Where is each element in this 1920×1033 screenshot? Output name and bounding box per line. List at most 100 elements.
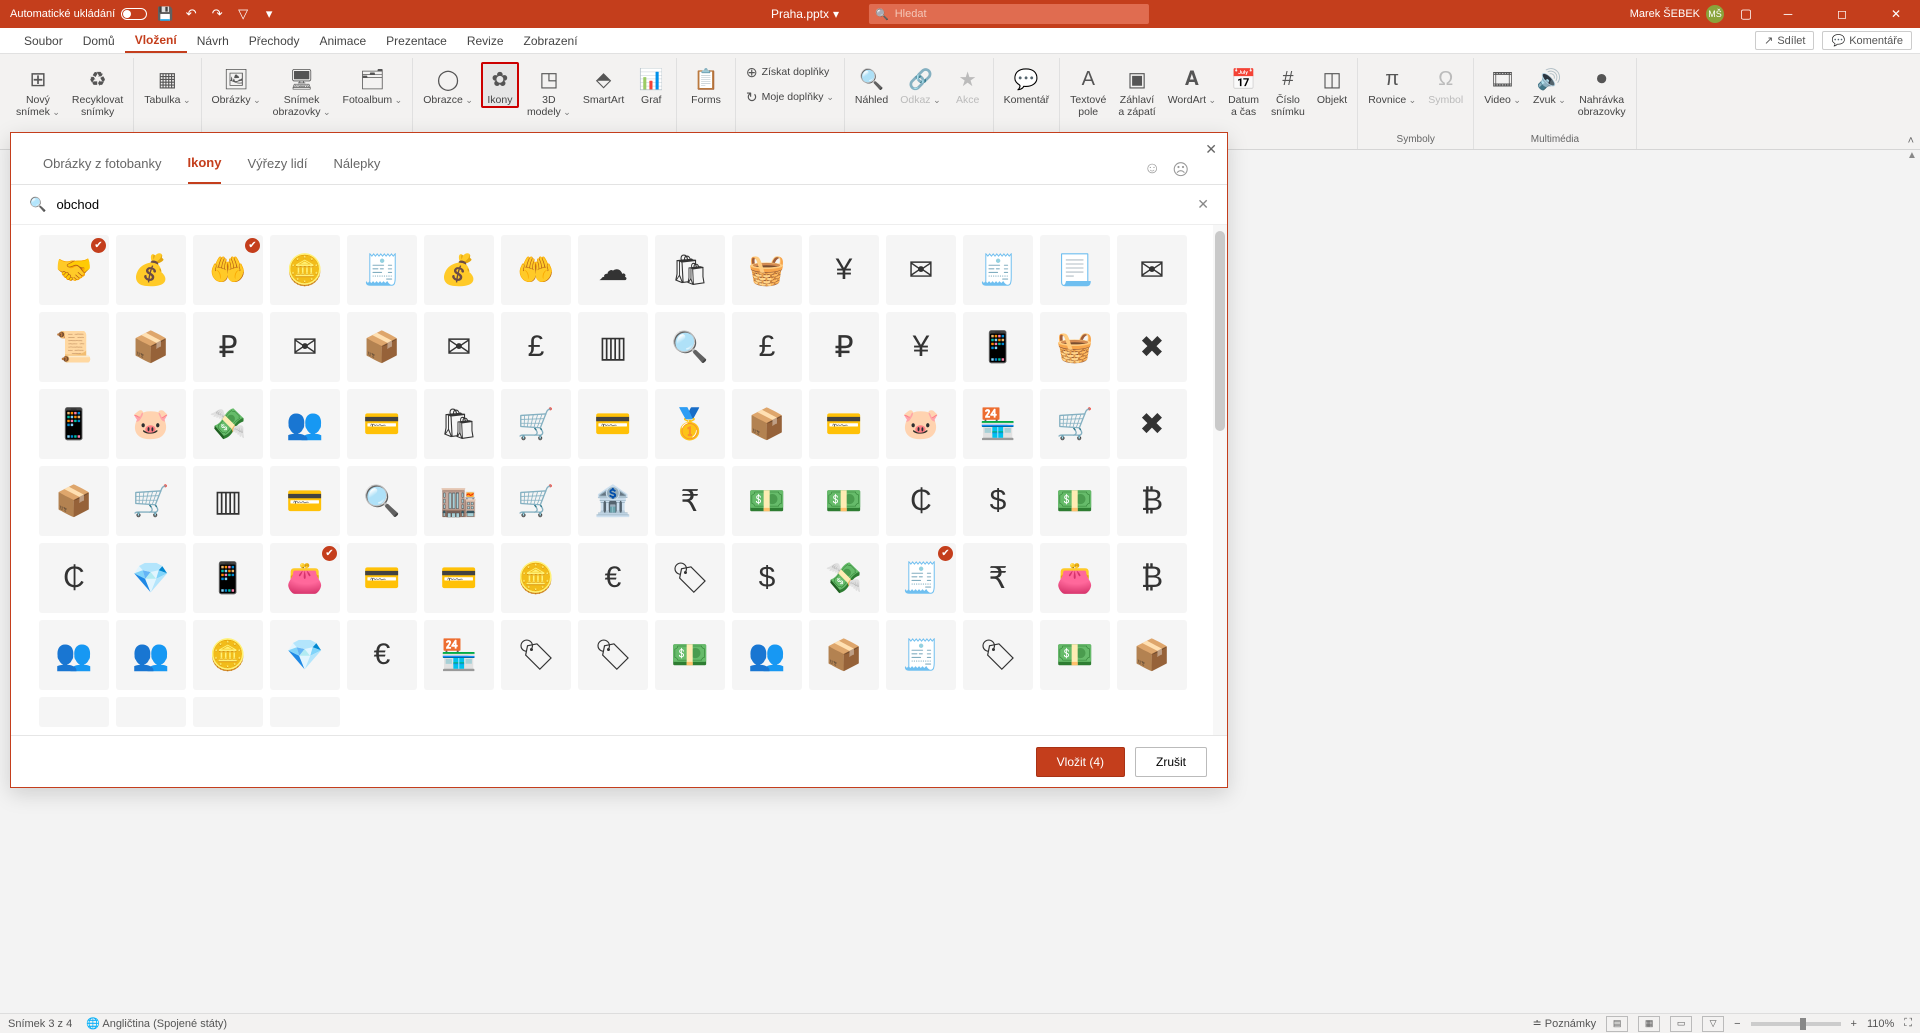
icon-cell[interactable]: 🏬 — [424, 466, 494, 536]
icon-cell[interactable]: 👥 — [39, 620, 109, 690]
icon-cell[interactable]: 📱 — [963, 312, 1033, 382]
icon-cell[interactable]: $ — [963, 466, 1033, 536]
icon-cell[interactable]: 🪙 — [270, 235, 340, 305]
icon-cell[interactable]: ✉ — [270, 312, 340, 382]
icon-cell[interactable]: 🛒 — [1040, 389, 1110, 459]
workspace-scrollbar[interactable]: ▲ — [1904, 150, 1920, 1013]
menu-tab-revize[interactable]: Revize — [457, 28, 514, 53]
icon-cell[interactable] — [116, 697, 186, 727]
icon-cell[interactable]: 💵 — [732, 466, 802, 536]
icon-cell[interactable]: 🛒 — [501, 389, 571, 459]
icon-cell[interactable]: £ — [732, 312, 802, 382]
slide-number-button[interactable]: #Číslo snímku — [1267, 62, 1309, 120]
panel-scrollbar[interactable] — [1213, 225, 1227, 735]
textbox-button[interactable]: ATextové pole — [1066, 62, 1110, 120]
icon-cell[interactable]: $ — [732, 543, 802, 613]
wordart-button[interactable]: 𝐀WordArt — [1164, 62, 1220, 108]
icon-cell[interactable]: ₹ — [963, 543, 1033, 613]
zoom-button[interactable]: 🔍Náhled — [851, 62, 892, 108]
icon-cell[interactable]: 💎 — [116, 543, 186, 613]
new-slide-button[interactable]: ⊞Nový snímek — [12, 62, 64, 120]
menu-tab-zobrazení[interactable]: Zobrazení — [514, 28, 588, 53]
icon-cell[interactable]: 📱 — [193, 543, 263, 613]
icon-cell[interactable]: 👥 — [116, 620, 186, 690]
panel-tab-obrázky-z-fotobanky[interactable]: Obrázky z fotobanky — [43, 156, 162, 183]
icon-cell[interactable]: 🧺 — [1040, 312, 1110, 382]
icon-cell[interactable]: € — [578, 543, 648, 613]
icon-cell[interactable]: 📱 — [39, 389, 109, 459]
minimize-button[interactable]: ─ — [1768, 0, 1808, 28]
search-input[interactable] — [895, 8, 1143, 20]
icon-cell[interactable]: 💸 — [809, 543, 879, 613]
icon-cell[interactable]: 👥 — [732, 620, 802, 690]
ribbon-mode-icon[interactable]: ▢ — [1738, 6, 1754, 22]
menu-tab-návrh[interactable]: Návrh — [187, 28, 239, 53]
my-addins-button[interactable]: ↻Moje doplňky — [742, 87, 838, 108]
icon-cell[interactable]: 🧾 — [886, 620, 956, 690]
icon-cell[interactable]: 💎 — [270, 620, 340, 690]
icon-cell[interactable]: ✉ — [1117, 235, 1187, 305]
panel-search-input[interactable] — [54, 193, 1189, 216]
icon-cell[interactable] — [270, 697, 340, 727]
icon-cell[interactable]: 💵 — [1040, 466, 1110, 536]
screenshot-button[interactable]: 🖥Snímek obrazovky — [269, 62, 335, 120]
icon-cell[interactable]: ₽ — [809, 312, 879, 382]
icon-cell[interactable]: 💳 — [809, 389, 879, 459]
menu-tab-přechody[interactable]: Přechody — [239, 28, 310, 53]
icon-cell[interactable]: 🧾 — [886, 543, 956, 613]
icon-cell[interactable]: ✉ — [886, 235, 956, 305]
header-footer-button[interactable]: ▣Záhlaví a zápatí — [1114, 62, 1159, 120]
icon-cell[interactable]: 🏪 — [963, 389, 1033, 459]
get-addins-button[interactable]: ⊕Získat doplňky — [742, 62, 833, 83]
icon-cell[interactable]: 💳 — [424, 543, 494, 613]
icon-cell[interactable]: 🔍 — [655, 312, 725, 382]
shapes-button[interactable]: ◯Obrazce — [419, 62, 477, 108]
collapse-ribbon-icon[interactable]: ˄ — [1908, 135, 1914, 147]
icon-cell[interactable]: ✖ — [1117, 389, 1187, 459]
icon-cell[interactable]: ☁ — [578, 235, 648, 305]
icon-cell[interactable]: 🛒 — [501, 466, 571, 536]
icon-cell[interactable]: 💵 — [655, 620, 725, 690]
icon-cell[interactable]: 💳 — [270, 466, 340, 536]
autosave-toggle[interactable]: Automatické ukládání — [10, 8, 147, 20]
icon-cell[interactable]: 💳 — [578, 389, 648, 459]
icon-cell[interactable]: 📦 — [732, 389, 802, 459]
panel-tab-nálepky[interactable]: Nálepky — [333, 156, 380, 183]
icon-cell[interactable]: 🛍 — [424, 389, 494, 459]
icon-cell[interactable]: 📦 — [347, 312, 417, 382]
insert-button[interactable]: Vložit (4) — [1036, 747, 1125, 777]
icon-cell[interactable]: 📜 — [39, 312, 109, 382]
slide-indicator[interactable]: Snímek 3 z 4 — [8, 1018, 72, 1030]
icon-cell[interactable]: 🏪 — [424, 620, 494, 690]
comment-button[interactable]: 💬Komentář — [1000, 62, 1054, 108]
icon-cell[interactable]: 💳 — [347, 389, 417, 459]
icon-cell[interactable]: 👛 — [1040, 543, 1110, 613]
zoom-out-icon[interactable]: − — [1734, 1018, 1740, 1030]
reuse-slides-button[interactable]: ♻Recyklovat snímky — [68, 62, 127, 120]
share-button[interactable]: ↗Sdílet — [1755, 31, 1814, 50]
icon-cell[interactable]: 🏦 — [578, 466, 648, 536]
reading-view-icon[interactable]: ▭ — [1670, 1016, 1692, 1032]
icon-cell[interactable]: ✖ — [1117, 312, 1187, 382]
clear-search-icon[interactable]: ✕ — [1197, 196, 1209, 213]
search-box[interactable]: 🔍 — [869, 4, 1149, 24]
icon-cell[interactable] — [193, 697, 263, 727]
icon-cell[interactable]: 📦 — [116, 312, 186, 382]
icon-cell[interactable]: 👛 — [270, 543, 340, 613]
icon-cell[interactable]: 🏷 — [578, 620, 648, 690]
zoom-level[interactable]: 110% — [1867, 1018, 1894, 1030]
icon-cell[interactable]: € — [347, 620, 417, 690]
3d-models-button[interactable]: ◳3D modely — [523, 62, 575, 120]
icon-cell[interactable]: 🏷 — [963, 620, 1033, 690]
icon-cell[interactable]: 👥 — [270, 389, 340, 459]
smile-icon[interactable]: ☺ — [1144, 160, 1160, 180]
menu-tab-soubor[interactable]: Soubor — [14, 28, 73, 53]
icon-cell[interactable]: 🐷 — [116, 389, 186, 459]
smartart-button[interactable]: ⬘SmartArt — [579, 62, 628, 108]
icon-cell[interactable]: 🧾 — [347, 235, 417, 305]
comments-button[interactable]: 💬Komentáře — [1822, 31, 1912, 50]
icon-cell[interactable]: ₿ — [1117, 466, 1187, 536]
menu-tab-animace[interactable]: Animace — [309, 28, 376, 53]
save-icon[interactable]: 💾 — [157, 6, 173, 22]
account-button[interactable]: Marek ŠEBEK MŠ — [1630, 5, 1724, 23]
